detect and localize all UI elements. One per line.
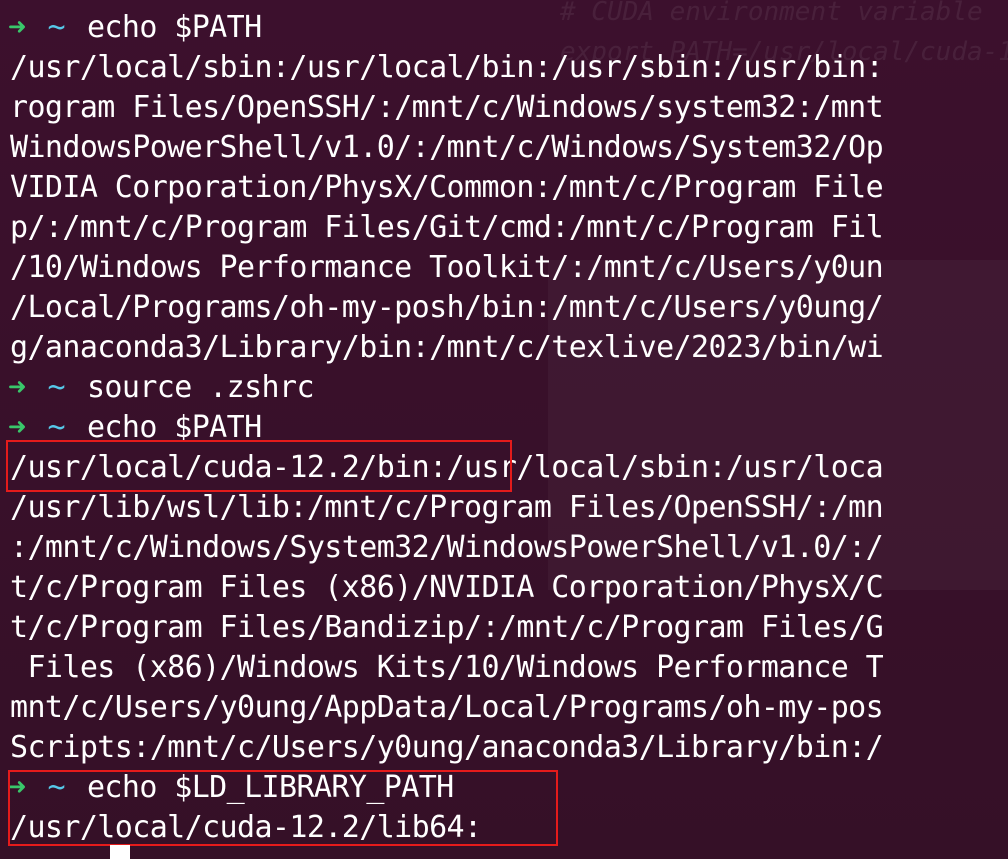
output-text: /usr/local/cuda-12.2/lib64: <box>10 810 482 845</box>
output-text: /Local/Programs/oh-my-posh/bin:/mnt/c/Us… <box>10 290 884 325</box>
prompt-directory: ~ <box>47 770 65 805</box>
terminal-cursor <box>110 845 130 859</box>
output-text: g/anaconda3/Library/bin:/mnt/c/texlive/2… <box>10 330 884 365</box>
output-text: /usr/local/sbin:/usr/local/bin:/usr/sbin… <box>10 50 884 85</box>
output-line: Scripts:/mnt/c/Users/y0ung/anaconda3/Lib… <box>0 728 884 768</box>
prompt-line: ➜ ~ echo $LD_LIBRARY_PATH <box>0 768 883 808</box>
terminal-window[interactable]: # CUDA environment variable export PATH=… <box>0 0 1008 859</box>
output-line: /usr/local/cuda-12.2/bin:/usr/local/sbin… <box>0 448 884 488</box>
output-line: WindowsPowerShell/v1.0/:/mnt/c/Windows/S… <box>0 128 884 168</box>
output-text: VIDIA Corporation/PhysX/Common:/mnt/c/Pr… <box>10 170 884 205</box>
output-text: WindowsPowerShell/v1.0/:/mnt/c/Windows/S… <box>10 130 884 165</box>
command-text: source .zshrc <box>86 370 315 405</box>
command-text: echo $LD_LIBRARY_PATH <box>86 770 454 805</box>
output-line: /10/Windows Performance Toolkit/:/mnt/c/… <box>0 248 884 288</box>
output-text: /usr/lib/wsl/lib:/mnt/c/Program Files/Op… <box>10 490 884 525</box>
output-line: mnt/c/Users/y0ung/AppData/Local/Programs… <box>0 688 884 728</box>
output-line: VIDIA Corporation/PhysX/Common:/mnt/c/Pr… <box>0 168 884 208</box>
command-text: echo $PATH <box>86 10 262 45</box>
prompt-arrow-icon: ➜ <box>8 410 26 445</box>
output-text: Scripts:/mnt/c/Users/y0ung/anaconda3/Lib… <box>10 730 884 765</box>
prompt-directory: ~ <box>47 370 65 405</box>
prompt-directory: ~ <box>47 10 65 45</box>
output-text: Files (x86)/Windows Kits/10/Windows Perf… <box>10 650 884 685</box>
output-line: rogram Files/OpenSSH/:/mnt/c/Windows/sys… <box>0 88 884 128</box>
output-line: Files (x86)/Windows Kits/10/Windows Perf… <box>0 648 883 688</box>
prompt-directory: ~ <box>47 410 65 445</box>
output-text: /10/Windows Performance Toolkit/:/mnt/c/… <box>10 250 884 285</box>
output-line: /Local/Programs/oh-my-posh/bin:/mnt/c/Us… <box>0 288 884 328</box>
output-line: /usr/lib/wsl/lib:/mnt/c/Program Files/Op… <box>0 488 884 528</box>
output-line: p/:/mnt/c/Program Files/Git/cmd:/mnt/c/P… <box>0 208 884 248</box>
output-text: rogram Files/OpenSSH/:/mnt/c/Windows/sys… <box>10 90 884 125</box>
prompt-arrow-icon: ➜ <box>8 10 26 45</box>
output-text: p/:/mnt/c/Program Files/Git/cmd:/mnt/c/P… <box>10 210 884 245</box>
prompt-arrow-icon: ➜ <box>8 370 26 405</box>
output-line: t/c/Program Files (x86)/NVIDIA Corporati… <box>0 568 884 608</box>
output-line: :/mnt/c/Windows/System32/WindowsPowerShe… <box>0 528 884 568</box>
output-text: mnt/c/Users/y0ung/AppData/Local/Programs… <box>10 690 884 725</box>
output-line: g/anaconda3/Library/bin:/mnt/c/texlive/2… <box>0 328 884 368</box>
prompt-arrow-icon: ➜ <box>8 770 26 805</box>
prompt-line: ➜ ~ source .zshrc <box>0 368 883 408</box>
command-text: echo $PATH <box>86 410 262 445</box>
terminal-output: ➜ ~ echo $PATH/usr/local/sbin:/usr/local/b… <box>0 8 884 848</box>
prompt-line: ➜ ~ echo $PATH <box>0 408 883 448</box>
output-text: /usr/local/cuda-12.2/bin:/usr/local/sbin… <box>10 450 884 485</box>
output-line: t/c/Program Files/Bandizip/:/mnt/c/Progr… <box>0 608 884 648</box>
output-text: t/c/Program Files (x86)/NVIDIA Corporati… <box>10 570 884 605</box>
output-text: t/c/Program Files/Bandizip/:/mnt/c/Progr… <box>10 610 884 645</box>
output-line: /usr/local/sbin:/usr/local/bin:/usr/sbin… <box>0 48 884 88</box>
output-text: :/mnt/c/Windows/System32/WindowsPowerShe… <box>10 530 884 565</box>
output-line: /usr/local/cuda-12.2/lib64: <box>0 808 883 848</box>
prompt-line: ➜ ~ echo $PATH <box>0 8 883 48</box>
